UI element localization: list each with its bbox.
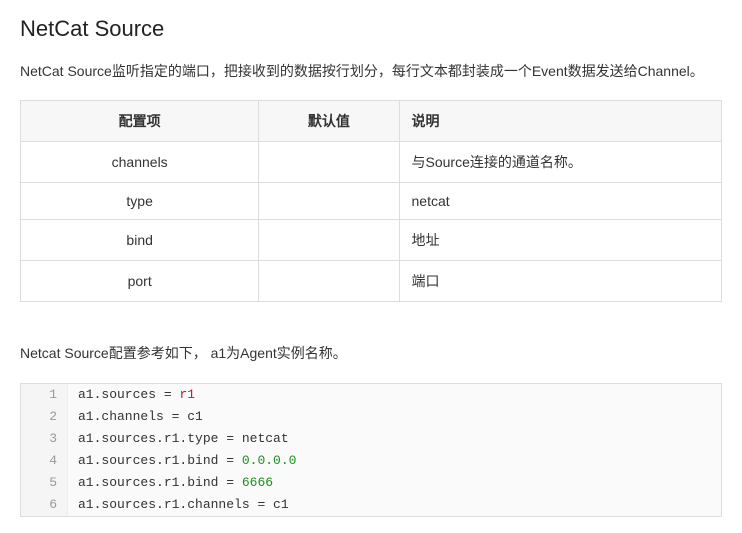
intro-paragraph: NetCat Source监听指定的端口，把接收到的数据按行划分，每行文本都封装… [20, 60, 722, 82]
line-number: 2 [21, 406, 68, 428]
code-content: a1.sources = r1 [68, 384, 195, 406]
th-desc: 说明 [399, 101, 721, 142]
cell-item: type [21, 183, 259, 220]
code-line: 6a1.sources.r1.channels = c1 [21, 494, 721, 516]
line-number: 1 [21, 384, 68, 406]
config-table: 配置项 默认值 说明 channels 与Source连接的通道名称。 type… [20, 100, 722, 302]
cell-default [259, 183, 399, 220]
cell-item: channels [21, 142, 259, 183]
config-paragraph: Netcat Source配置参考如下， a1为Agent实例名称。 [20, 342, 722, 364]
th-default: 默认值 [259, 101, 399, 142]
th-item: 配置项 [21, 101, 259, 142]
cell-desc: netcat [399, 183, 721, 220]
code-line: 3a1.sources.r1.type = netcat [21, 428, 721, 450]
line-number: 6 [21, 494, 68, 516]
code-block: 1a1.sources = r12a1.channels = c13a1.sou… [20, 383, 722, 518]
code-content: a1.sources.r1.channels = c1 [68, 494, 289, 516]
cell-default [259, 261, 399, 302]
table-row: channels 与Source连接的通道名称。 [21, 142, 722, 183]
cell-default [259, 142, 399, 183]
table-row: bind 地址 [21, 220, 722, 261]
cell-desc: 端口 [399, 261, 721, 302]
cell-item: bind [21, 220, 259, 261]
table-row: port 端口 [21, 261, 722, 302]
cell-item: port [21, 261, 259, 302]
code-line: 1a1.sources = r1 [21, 384, 721, 406]
code-content: a1.sources.r1.bind = 0.0.0.0 [68, 450, 296, 472]
code-content: a1.channels = c1 [68, 406, 203, 428]
cell-desc: 地址 [399, 220, 721, 261]
table-row: type netcat [21, 183, 722, 220]
code-content: a1.sources.r1.bind = 6666 [68, 472, 273, 494]
cell-default [259, 220, 399, 261]
cell-desc: 与Source连接的通道名称。 [399, 142, 721, 183]
line-number: 4 [21, 450, 68, 472]
line-number: 3 [21, 428, 68, 450]
code-line: 4a1.sources.r1.bind = 0.0.0.0 [21, 450, 721, 472]
code-content: a1.sources.r1.type = netcat [68, 428, 289, 450]
code-line: 5a1.sources.r1.bind = 6666 [21, 472, 721, 494]
page-title: NetCat Source [20, 16, 722, 42]
code-line: 2a1.channels = c1 [21, 406, 721, 428]
line-number: 5 [21, 472, 68, 494]
